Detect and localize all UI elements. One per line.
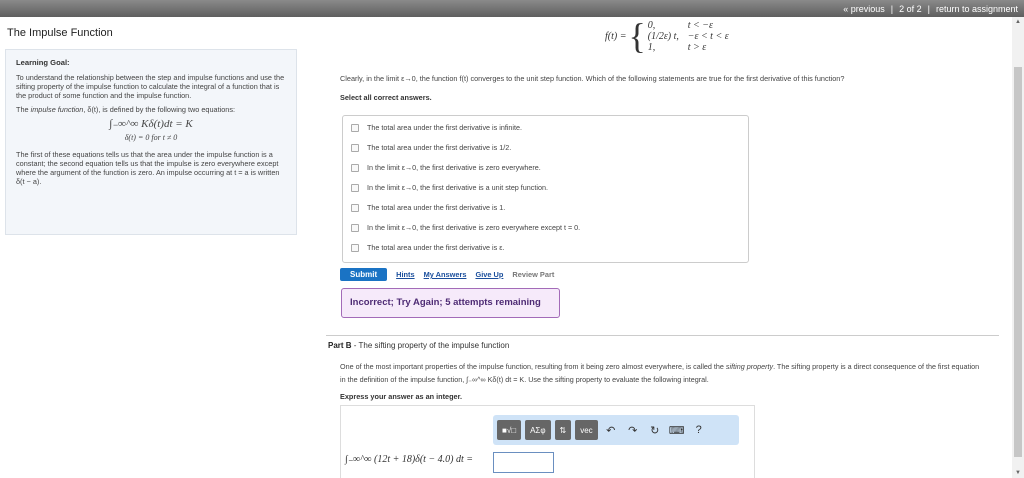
undo-icon[interactable]: ↶ <box>602 424 620 437</box>
text: The <box>16 105 31 114</box>
reset-icon[interactable]: ↻ <box>646 424 664 437</box>
checkbox[interactable] <box>351 223 359 232</box>
separator: | <box>927 4 930 14</box>
text-em: impulse function <box>30 105 84 114</box>
option-label: The total area under the first derivativ… <box>367 243 505 252</box>
case-condition: t > ε <box>687 41 707 53</box>
checkbox[interactable] <box>351 123 359 132</box>
feedback-message: Incorrect; Try Again; 5 attempts remaini… <box>341 288 560 318</box>
checkbox[interactable] <box>351 243 359 252</box>
option-label: In the limit ε→0, the first derivative i… <box>367 163 541 172</box>
equation-integral: ∫₋∞^∞ Kδ(t)dt = K <box>109 118 193 130</box>
answer-options: The total area under the first derivativ… <box>342 115 749 263</box>
scrollbar-thumb[interactable] <box>1014 67 1022 457</box>
review-part-link[interactable]: Review Part <box>512 270 554 279</box>
option[interactable]: In the limit ε→0, the first derivative i… <box>351 183 548 192</box>
text: One of the most important properties of … <box>340 362 726 371</box>
top-bar: « previous | 2 of 2 | return to assignme… <box>0 0 1024 17</box>
option[interactable]: The total area under the first derivativ… <box>351 203 505 212</box>
instruction: Select all correct answers. <box>340 93 432 102</box>
option[interactable]: The total area under the first derivativ… <box>351 243 504 252</box>
learning-goal-box: Learning Goal: To understand the relatio… <box>5 49 297 235</box>
brace: { <box>628 16 646 56</box>
greek-button[interactable]: ΑΣφ <box>525 420 551 440</box>
part-title: - The sifting property of the impulse fu… <box>351 341 510 350</box>
scroll-up-icon[interactable]: ▲ <box>1015 19 1021 25</box>
part-label: Part B <box>328 341 352 350</box>
scrollbar[interactable]: ▲ ▼ <box>1012 17 1024 478</box>
case-value: 1, <box>647 41 656 53</box>
page-indicator: 2 of 2 <box>899 4 922 14</box>
option[interactable]: In the limit ε→0, the first derivative i… <box>351 223 580 232</box>
divider <box>326 335 999 336</box>
text-em: sifting property <box>725 362 774 371</box>
goal-heading: Learning Goal: <box>16 58 70 67</box>
case-condition: −ε < t < ε <box>687 30 729 42</box>
checkbox[interactable] <box>351 163 359 172</box>
text: , δ(t), is defined by the following two … <box>83 105 236 114</box>
arrows-button[interactable]: ⇅ <box>554 420 572 440</box>
piecewise-function: f(t) = { 0, t < −ε (1/2ε) t, −ε < t < ε 1,… <box>605 18 729 54</box>
part-b-heading: Part B - The sifting property of the imp… <box>328 341 509 350</box>
scroll-down-icon[interactable]: ▼ <box>1015 470 1021 476</box>
case-value: (1/2ε) t, <box>647 30 679 42</box>
option-label: The total area under the first derivativ… <box>367 123 523 132</box>
option[interactable]: The total area under the first derivativ… <box>351 123 522 132</box>
action-row: Submit Hints My Answers Give Up Review P… <box>340 268 554 281</box>
piecewise-lhs: f(t) = <box>605 30 627 42</box>
answer-input[interactable] <box>493 452 554 473</box>
equation-zero: δ(t) = 0 for t ≠ 0 <box>124 133 178 142</box>
definition-intro: The impulse function, δ(t), is defined b… <box>16 105 286 114</box>
math-toolbar: ■√□ ΑΣφ ⇅ vec ↶ ↷ ↻ ⌨ ? <box>493 415 739 445</box>
option-label: In the limit ε→0, the first derivative i… <box>367 223 581 232</box>
option[interactable]: In the limit ε→0, the first derivative i… <box>351 163 541 172</box>
separator: | <box>890 4 894 14</box>
piecewise-rows: 0, t < −ε (1/2ε) t, −ε < t < ε 1, t > ε <box>648 20 729 53</box>
option-label: In the limit ε→0, the first derivative i… <box>367 183 548 192</box>
problem-title: The Impulse Function <box>7 27 113 39</box>
return-to-assignment-link[interactable]: return to assignment <box>936 4 1018 14</box>
previous-link[interactable]: « previous <box>843 4 885 14</box>
help-icon[interactable]: ? <box>690 424 708 436</box>
checkbox[interactable] <box>351 203 359 212</box>
question-text: Clearly, in the limit ε→0, the function … <box>340 74 845 83</box>
templates-button[interactable]: ■√□ <box>497 420 522 440</box>
case-condition: t < −ε <box>687 19 713 31</box>
explanation-text: The first of these equations tells us th… <box>16 150 280 186</box>
integral-expression: ∫₋∞^∞ (12t + 18)δ(t − 4.0) dt = <box>345 454 474 465</box>
option-label: The total area under the first derivativ… <box>367 203 506 212</box>
my-answers-link[interactable]: My Answers <box>424 270 467 279</box>
keyboard-icon[interactable]: ⌨ <box>668 424 686 437</box>
give-up-link[interactable]: Give Up <box>475 270 503 279</box>
redo-icon[interactable]: ↷ <box>624 424 642 437</box>
pagination-nav: « previous | 2 of 2 | return to assignme… <box>843 4 1018 14</box>
case-value: 0, <box>647 19 656 31</box>
goal-text: To understand the relationship between t… <box>16 73 285 100</box>
vector-button[interactable]: vec <box>575 420 598 440</box>
checkbox[interactable] <box>351 183 359 192</box>
hints-link[interactable]: Hints <box>396 270 414 279</box>
part-b-description: One of the most important properties of … <box>340 360 980 386</box>
option-label: The total area under the first derivativ… <box>367 143 512 152</box>
submit-button[interactable]: Submit <box>340 268 388 281</box>
option[interactable]: The total area under the first derivativ… <box>351 143 511 152</box>
answer-instruction: Express your answer as an integer. <box>340 392 463 401</box>
checkbox[interactable] <box>351 143 359 152</box>
